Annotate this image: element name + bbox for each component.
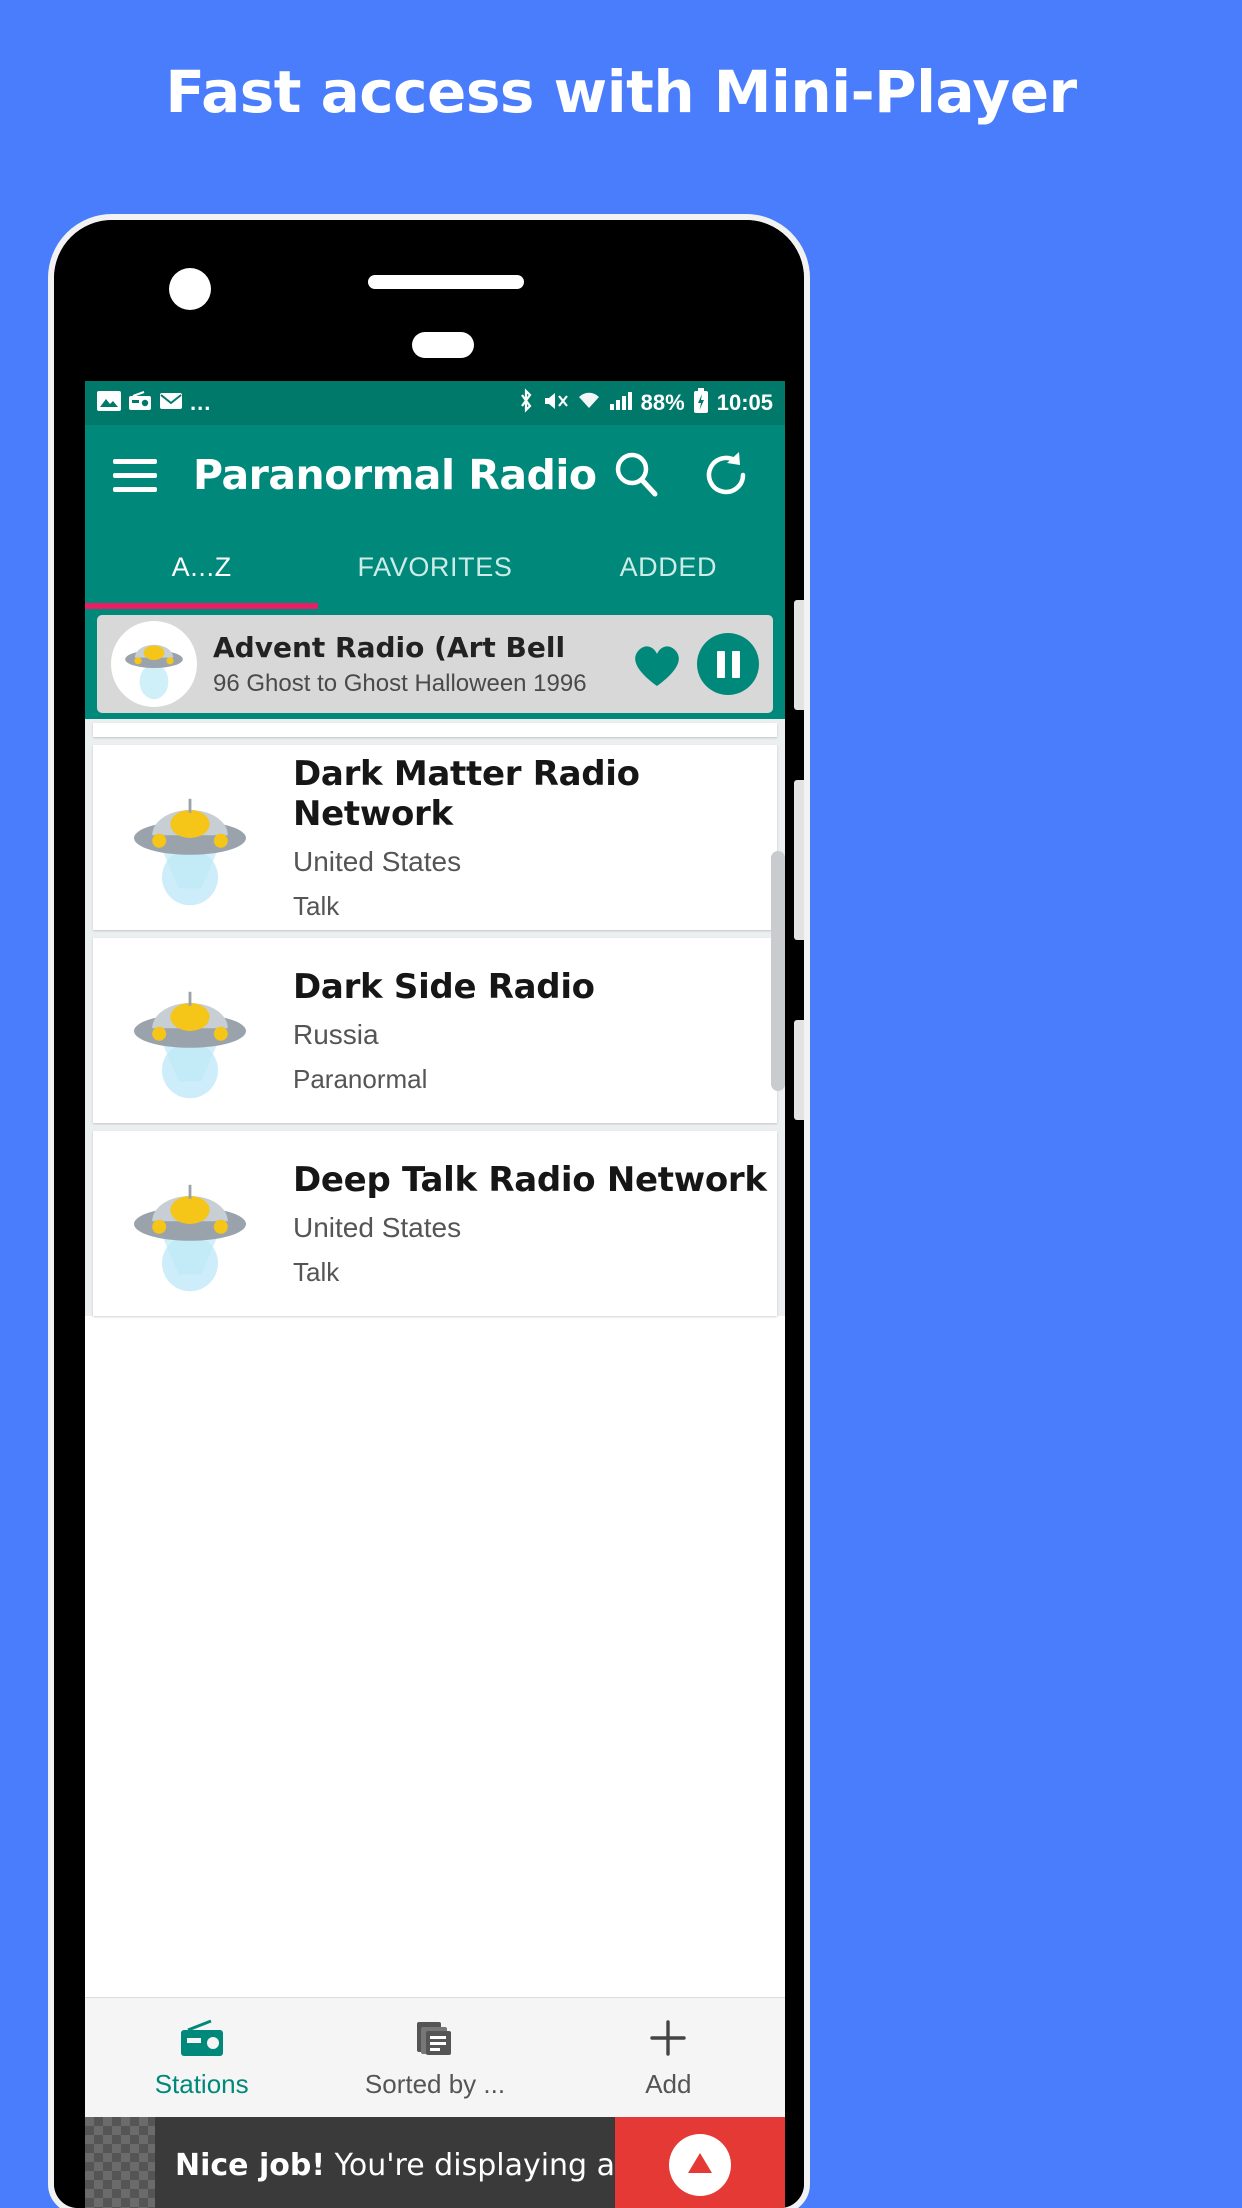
phone-bezel: ... 88% 10:05 Paranormal Radio A...Z FAV… — [54, 220, 804, 2208]
station-artwork — [105, 768, 275, 908]
extra-button[interactable] — [794, 1020, 804, 1120]
mini-player-title: Advent Radio (Art Bell — [213, 630, 566, 664]
tab-added[interactable]: ADDED — [552, 525, 785, 609]
station-genre: Talk — [293, 1256, 340, 1287]
bottom-nav-sorted-by[interactable]: Sorted by ... — [318, 2015, 551, 2100]
station-country: United States — [293, 845, 462, 877]
radio-icon — [128, 390, 152, 416]
station-name: Dark Matter Radio Network — [293, 753, 640, 834]
station-country: United States — [293, 1211, 462, 1243]
battery-icon — [693, 387, 709, 419]
mini-player-subtitle: 96 Ghost to Ghost Halloween 1996 — [213, 669, 587, 697]
front-camera-icon — [169, 268, 211, 310]
list-item-text: Deep Talk Radio Network United States Ta… — [275, 1160, 777, 1288]
battery-percent: 88% — [640, 390, 685, 415]
bluetooth-icon — [517, 387, 535, 419]
station-artwork — [105, 961, 275, 1101]
station-list[interactable]: Dark Matter Radio Network United States … — [85, 719, 785, 1316]
home-button[interactable] — [412, 332, 474, 358]
ad-thumbnail — [85, 2117, 155, 2208]
tab-a-to-z[interactable]: A...Z — [85, 525, 318, 609]
earpiece-speaker — [368, 275, 524, 289]
bottom-nav-stations[interactable]: Stations — [85, 2015, 318, 2100]
admob-glyph — [669, 2134, 731, 2196]
volume-button[interactable] — [794, 600, 804, 710]
mute-icon — [543, 390, 569, 417]
mini-player-card[interactable]: Advent Radio (Art Bell 96 Ghost to Ghost… — [97, 615, 773, 713]
mini-player-text: Advent Radio (Art Bell 96 Ghost to Ghost… — [213, 631, 625, 698]
bottom-nav-label: Sorted by ... — [364, 2069, 506, 2099]
ad-text: Nice job! You're displaying a 320 x 50 — [155, 2148, 615, 2183]
image-icon — [97, 390, 121, 416]
mail-icon — [159, 391, 183, 416]
status-overflow: ... — [190, 390, 212, 415]
station-artwork — [105, 1154, 275, 1294]
tab-favorites[interactable]: FAVORITES — [318, 525, 551, 609]
list-item[interactable]: Deep Talk Radio Network United States Ta… — [93, 1131, 777, 1316]
bottom-nav-label: Add — [645, 2069, 692, 2099]
station-artwork — [111, 621, 197, 707]
status-left-icons: ... — [97, 390, 517, 416]
scrollbar-thumb[interactable] — [771, 851, 785, 1091]
status-right-icons: 88% 10:05 — [517, 387, 773, 419]
list-item-text: Dark Matter Radio Network United States … — [275, 754, 777, 922]
clock: 10:05 — [716, 390, 773, 415]
list-icon — [318, 2015, 551, 2061]
bottom-navigation: Stations Sorted by ... Add — [85, 1997, 785, 2117]
list-item-text: Dark Side Radio Russia Paranormal — [275, 967, 777, 1095]
hamburger-icon[interactable] — [113, 458, 157, 492]
ad-headline: Nice job! — [175, 2147, 326, 2183]
station-genre: Paranormal — [293, 1063, 428, 1094]
list-item[interactable]: Dark Matter Radio Network United States … — [93, 745, 777, 930]
ad-body: You're displaying a 320 x 50 — [334, 2147, 615, 2183]
heart-icon[interactable] — [625, 638, 689, 690]
ad-banner[interactable]: Nice job! You're displaying a 320 x 50 — [85, 2117, 785, 2208]
status-bar: ... 88% 10:05 — [85, 381, 785, 425]
list-item-partial — [93, 723, 777, 737]
tab-bar: A...Z FAVORITES ADDED — [85, 525, 785, 609]
bottom-nav-add[interactable]: Add — [552, 2015, 785, 2100]
station-name: Deep Talk Radio Network — [293, 1159, 767, 1200]
station-country: Russia — [293, 1018, 379, 1050]
signal-icon — [609, 391, 633, 416]
mini-player[interactable]: Advent Radio (Art Bell 96 Ghost to Ghost… — [85, 609, 785, 719]
station-genre: Talk — [293, 890, 340, 921]
radio-icon — [85, 2015, 318, 2061]
promo-headline: Fast access with Mini-Player — [165, 58, 1077, 126]
admob-icon — [615, 2117, 785, 2208]
bottom-nav-label: Stations — [154, 2069, 249, 2099]
app-bar: Paranormal Radio — [85, 425, 785, 525]
station-name: Dark Side Radio — [293, 966, 595, 1007]
pause-icon[interactable] — [697, 633, 759, 695]
app-screen: ... 88% 10:05 Paranormal Radio A...Z FAV… — [85, 381, 785, 2208]
wifi-icon — [577, 391, 601, 416]
refresh-icon[interactable] — [695, 444, 757, 506]
search-icon[interactable] — [605, 444, 667, 506]
power-button[interactable] — [794, 780, 804, 940]
phone-mockup: ... 88% 10:05 Paranormal Radio A...Z FAV… — [48, 214, 810, 2208]
page-title: Paranormal Radio — [193, 451, 597, 499]
list-item[interactable]: Dark Side Radio Russia Paranormal — [93, 938, 777, 1123]
plus-icon — [552, 2015, 785, 2061]
